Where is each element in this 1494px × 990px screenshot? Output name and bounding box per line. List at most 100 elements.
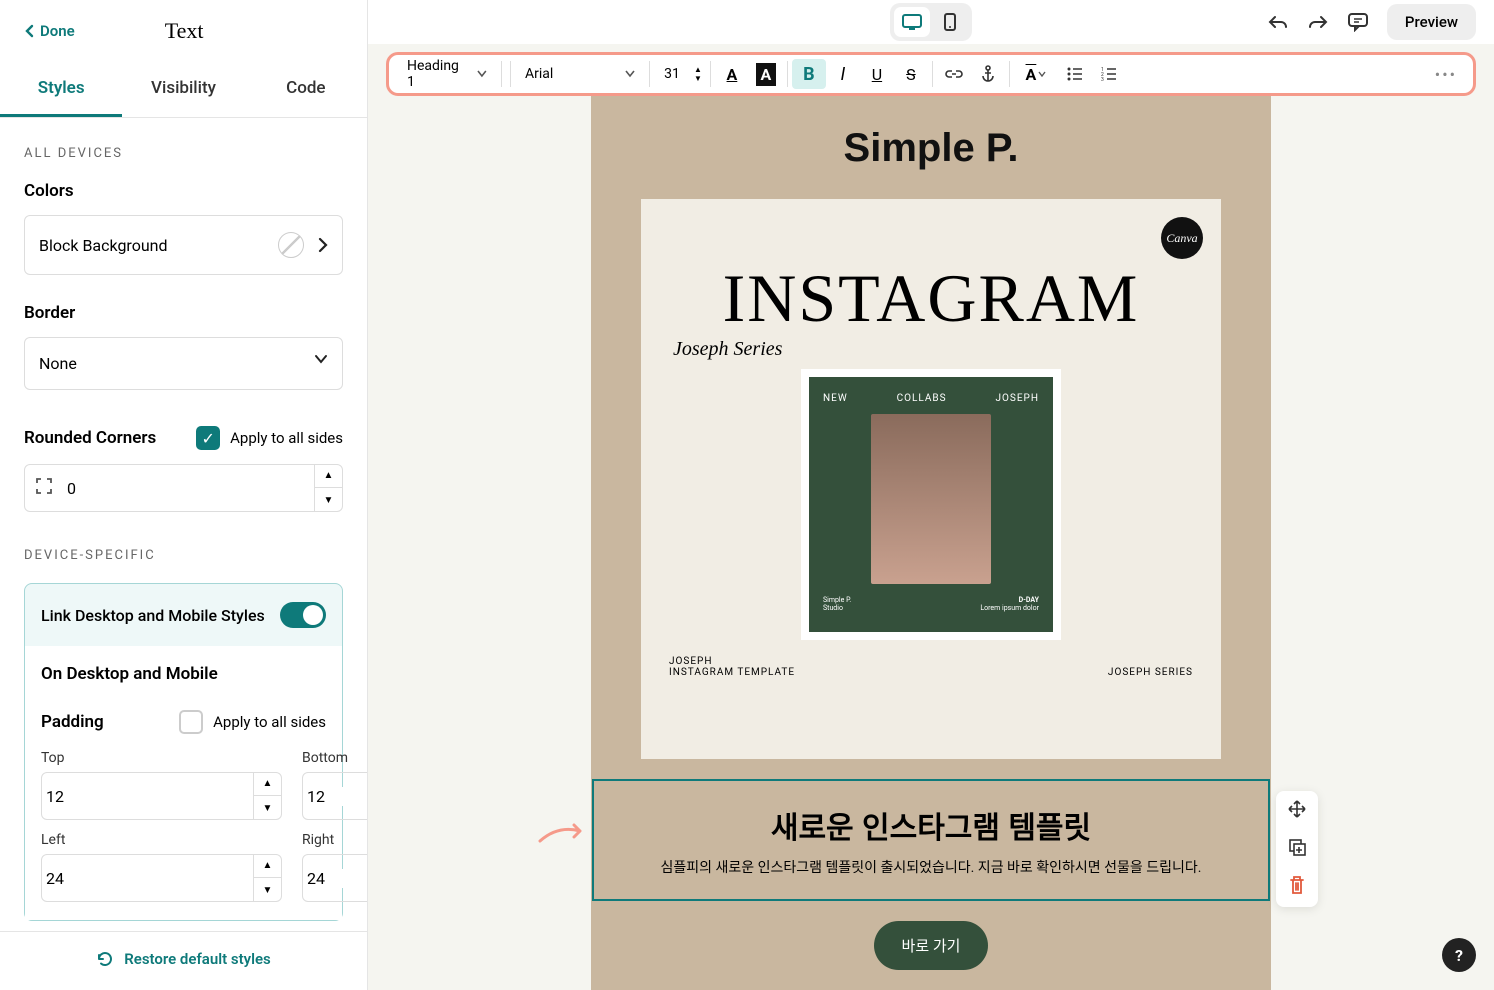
- block-background-row[interactable]: Block Background: [24, 215, 343, 275]
- chevron-down-icon: [314, 354, 328, 364]
- page-preview: Simple P. Canva INSTAGRAM Joseph Series …: [591, 96, 1271, 990]
- step-down[interactable]: ▼: [690, 74, 706, 83]
- svg-text:3: 3: [1101, 77, 1104, 81]
- poster: Canva INSTAGRAM Joseph Series NEW COLLAB…: [641, 199, 1221, 759]
- heading-select[interactable]: Heading 1: [397, 58, 497, 90]
- tab-styles[interactable]: Styles: [0, 62, 122, 117]
- canva-badge: Canva: [1161, 217, 1203, 259]
- apply-all-sides-checkbox[interactable]: ✓: [196, 426, 220, 450]
- delete-button[interactable]: [1288, 875, 1306, 899]
- font-select[interactable]: Arial: [515, 66, 645, 82]
- redo-icon[interactable]: [1307, 13, 1329, 31]
- done-button[interactable]: Done: [24, 22, 75, 40]
- mobile-view-button[interactable]: [932, 7, 968, 37]
- move-button[interactable]: [1287, 799, 1307, 823]
- font-size-input[interactable]: ▲▼: [654, 65, 706, 83]
- step-up[interactable]: ▲: [690, 65, 706, 74]
- tab-code[interactable]: Code: [245, 62, 367, 117]
- gc-new: NEW: [823, 393, 848, 404]
- desktop-view-button[interactable]: [894, 7, 930, 37]
- padding-bottom-field[interactable]: [303, 787, 367, 806]
- chevron-right-icon: [318, 237, 328, 253]
- device-title: On Desktop and Mobile: [41, 664, 326, 684]
- done-label: Done: [40, 22, 75, 40]
- text-color-button[interactable]: A: [715, 59, 749, 89]
- color-swatch-none: [278, 232, 304, 258]
- poster-footer: JOSEPHINSTAGRAM TEMPLATE JOSEPH SERIES: [663, 656, 1199, 678]
- gc-br2: Lorem ipsum dolor: [980, 604, 1039, 612]
- align-button[interactable]: A: [1014, 59, 1058, 89]
- step-up[interactable]: ▲: [254, 854, 281, 878]
- step-up[interactable]: ▲: [315, 464, 342, 488]
- padding-bottom-input[interactable]: ▲▼: [302, 772, 367, 820]
- move-icon: [1287, 799, 1307, 819]
- block-floating-tools: [1276, 791, 1318, 907]
- desktop-icon: [901, 13, 923, 31]
- comment-icon[interactable]: [1347, 12, 1369, 32]
- text-block-heading[interactable]: 새로운 인스타그램 템플릿: [624, 803, 1238, 847]
- bold-button[interactable]: B: [792, 59, 826, 89]
- duplicate-button[interactable]: [1287, 837, 1307, 861]
- rounded-corners-row: Rounded Corners ✓ Apply to all sides: [24, 426, 343, 450]
- padding-left-field[interactable]: [42, 869, 253, 888]
- device-specific-label: DEVICE-SPECIFIC: [24, 548, 343, 563]
- padding-top-field[interactable]: [42, 787, 253, 806]
- chevron-down-icon: [625, 70, 635, 78]
- model-photo: [871, 414, 991, 584]
- step-down[interactable]: ▼: [254, 878, 281, 902]
- padding-apply-all-checkbox[interactable]: [179, 710, 203, 734]
- italic-button[interactable]: I: [826, 59, 860, 89]
- font-value: Arial: [525, 66, 553, 82]
- numbered-list-button[interactable]: 123: [1092, 59, 1126, 89]
- gc-collabs: COLLABS: [897, 393, 947, 404]
- link-button[interactable]: [937, 59, 971, 89]
- padding-top-input[interactable]: ▲▼: [41, 772, 282, 820]
- rounded-value-field[interactable]: [63, 479, 314, 498]
- restore-default-button[interactable]: Restore default styles: [96, 950, 271, 968]
- padding-grid: Top ▲▼ Bottom ▲▼ Left: [41, 750, 326, 902]
- arrow-indicator-icon: [538, 819, 588, 845]
- font-size-field[interactable]: [654, 66, 690, 82]
- step-down[interactable]: ▼: [315, 488, 342, 512]
- tab-visibility[interactable]: Visibility: [122, 62, 244, 117]
- link-styles-box: Link Desktop and Mobile Styles On Deskto…: [24, 583, 343, 921]
- cta-button[interactable]: 바로 가기: [874, 921, 989, 970]
- rounded-corners-label: Rounded Corners: [24, 428, 156, 448]
- step-down[interactable]: ▼: [254, 796, 281, 820]
- padding-header-row: Padding Apply to all sides: [41, 710, 326, 734]
- green-card: NEW COLLABS JOSEPH Simple P.Studio D-DAY…: [801, 369, 1061, 640]
- highlight-button[interactable]: A: [749, 59, 783, 89]
- text-block-sub[interactable]: 심플피의 새로운 인스타그램 템플릿이 출시되었습니다. 지금 바로 확인하시면…: [624, 857, 1238, 877]
- top-bar: Preview: [368, 0, 1494, 44]
- chevron-down-icon: [1038, 71, 1046, 77]
- toolbar-more-button[interactable]: •••: [1427, 65, 1465, 84]
- sidebar-header: Done Text: [0, 0, 367, 62]
- top-right-actions: Preview: [1267, 4, 1476, 40]
- bullet-list-icon: [1067, 67, 1083, 81]
- anchor-button[interactable]: [971, 59, 1005, 89]
- padding-right-input[interactable]: ▲▼: [302, 854, 367, 902]
- underline-button[interactable]: U: [860, 59, 894, 89]
- padding-left-input[interactable]: ▲▼: [41, 854, 282, 902]
- undo-icon[interactable]: [1267, 13, 1289, 31]
- canvas[interactable]: Simple P. Canva INSTAGRAM Joseph Series …: [368, 96, 1494, 990]
- step-up[interactable]: ▲: [254, 772, 281, 796]
- help-button[interactable]: ?: [1442, 938, 1476, 972]
- link-styles-toggle[interactable]: [280, 602, 326, 628]
- link-icon: [945, 69, 963, 79]
- rounded-corners-input[interactable]: ▲ ▼: [24, 464, 343, 512]
- strikethrough-button[interactable]: S: [894, 59, 928, 89]
- pf-left1: JOSEPH: [669, 656, 712, 667]
- preview-button[interactable]: Preview: [1387, 4, 1476, 40]
- sidebar-footer: Restore default styles: [0, 931, 367, 990]
- padding-left-label: Left: [41, 832, 282, 848]
- border-select[interactable]: None: [24, 337, 343, 390]
- padding-right-field[interactable]: [303, 869, 367, 888]
- bullet-list-button[interactable]: [1058, 59, 1092, 89]
- all-devices-label: ALL DEVICES: [24, 146, 343, 161]
- block-background-label: Block Background: [39, 236, 168, 255]
- selected-text-block[interactable]: 새로운 인스타그램 템플릿 심플피의 새로운 인스타그램 템플릿이 출시되었습니…: [592, 779, 1270, 901]
- heading-value: Heading 1: [407, 58, 469, 90]
- text-toolbar: Heading 1 Arial ▲▼ A A B I U S A: [386, 52, 1476, 96]
- border-label: Border: [24, 303, 343, 323]
